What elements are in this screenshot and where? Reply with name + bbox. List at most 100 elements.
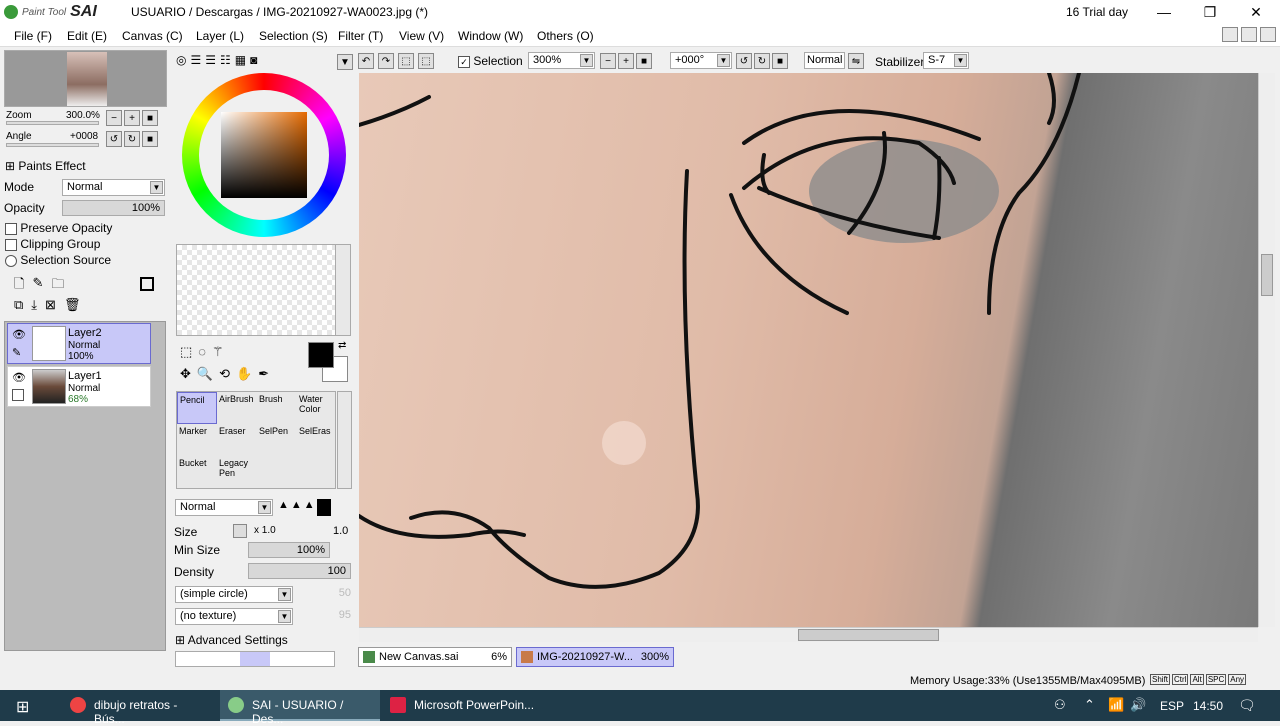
rotate-right-icon[interactable]: ↻ <box>754 53 770 69</box>
horizontal-scroll-thumb[interactable] <box>798 629 939 641</box>
people-icon[interactable]: ⚇ <box>1054 697 1066 713</box>
minimize-button[interactable]: — <box>1141 0 1187 24</box>
edge-medium-icon[interactable]: ▲ <box>291 499 302 516</box>
menu-window[interactable]: Window (W) <box>458 29 523 43</box>
swatch-area[interactable] <box>176 244 351 336</box>
taskbar-sai[interactable]: SAI - USUARIO / Des... <box>220 690 380 726</box>
merge-down-icon[interactable]: ⊠ <box>45 297 56 313</box>
eye-icon[interactable]: 👁 <box>12 328 26 341</box>
move-icon[interactable]: ✥ <box>180 366 191 382</box>
panel-menu-icon[interactable]: ▼ <box>337 54 353 70</box>
mdi-restore-icon[interactable] <box>1241 27 1257 42</box>
zoom-out-icon[interactable]: − <box>600 53 616 69</box>
new-vector-layer-icon[interactable]: ✎ <box>32 275 43 297</box>
tab-new-canvas[interactable]: New Canvas.sai 6% <box>358 647 512 667</box>
notification-icon[interactable]: 🗨 <box>1238 697 1256 714</box>
volume-icon[interactable]: 🔊 <box>1130 697 1146 713</box>
blend-mode-display[interactable]: Normal <box>804 52 846 69</box>
menu-edit[interactable]: Edit (E) <box>67 29 107 43</box>
mdi-close-icon[interactable] <box>1260 27 1276 42</box>
scratchpad-tab-icon[interactable]: ▦ <box>235 53 246 67</box>
primary-color[interactable] <box>308 342 334 368</box>
rotate-icon[interactable]: ⟲ <box>219 366 230 382</box>
zoom-in-icon[interactable]: + <box>618 53 634 69</box>
menu-others[interactable]: Others (O) <box>537 29 594 43</box>
texture-dropdown[interactable]: (no texture) ▼ <box>175 608 293 625</box>
rotate-right-icon[interactable]: ↻ <box>124 131 140 147</box>
brush-watercolor[interactable]: Water Color <box>297 392 337 424</box>
mixer-tab-icon[interactable]: ◙ <box>250 53 257 67</box>
brush-selpen[interactable]: SelPen <box>257 424 297 456</box>
swap-colors-icon[interactable]: ⇄ <box>338 340 346 351</box>
edge-soft-icon[interactable]: ▲ <box>278 499 289 516</box>
menu-canvas[interactable]: Canvas (C) <box>122 29 183 43</box>
language-indicator[interactable]: ESP <box>1160 699 1184 713</box>
shape-strength-value[interactable]: 50 <box>298 587 351 603</box>
flip-icon[interactable]: ⇋ <box>848 53 864 69</box>
brush-lock-icon[interactable]: ✎ <box>12 346 21 359</box>
rotate-reset-icon[interactable]: ■ <box>142 131 158 147</box>
rotate-left-icon[interactable]: ↺ <box>736 53 752 69</box>
brush-scrollbar[interactable] <box>337 391 352 489</box>
chevron-up-icon[interactable]: ⌃ <box>1084 697 1095 713</box>
zoom-out-icon[interactable]: − <box>106 110 122 126</box>
menu-layer[interactable]: Layer (L) <box>196 29 244 43</box>
mdi-minimize-icon[interactable] <box>1222 27 1238 42</box>
angle-dropdown[interactable]: +000° ▼ <box>670 52 732 69</box>
swatch-scrollbar[interactable] <box>335 245 350 335</box>
color-wheel-tab-icon[interactable]: ◎ <box>176 53 186 67</box>
delete-layer-icon[interactable]: 🗑 <box>64 297 81 313</box>
layer-mask-icon[interactable] <box>140 277 154 291</box>
wifi-icon[interactable]: 📶 <box>1108 697 1124 713</box>
lasso-icon[interactable]: ◌ <box>198 344 206 360</box>
close-button[interactable]: ✕ <box>1233 0 1279 24</box>
selection-checkbox[interactable]: ✓ Selection <box>458 54 523 68</box>
restore-button[interactable]: ❐ <box>1187 0 1233 24</box>
zoom-fit-icon[interactable]: ■ <box>636 53 652 69</box>
taskbar-chrome[interactable]: dibujo retratos - Bús... <box>62 690 216 726</box>
vertical-scroll-thumb[interactable] <box>1261 254 1273 296</box>
mdi-controls[interactable] <box>1222 27 1276 42</box>
rotate-reset-icon[interactable]: ■ <box>772 53 788 69</box>
paints-effect-header[interactable]: ⊞ Paints Effect <box>5 159 86 173</box>
invert-select-icon[interactable]: ⬚ <box>418 53 434 69</box>
edge-square-icon[interactable] <box>316 499 331 516</box>
zoom-icon[interactable]: 🔍 <box>197 366 213 382</box>
brush-shape-dropdown[interactable]: (simple circle) ▼ <box>175 586 293 603</box>
brush-pencil[interactable]: Pencil <box>177 392 217 424</box>
stabilizer-dropdown[interactable]: S-7 ▼ <box>923 52 969 69</box>
menu-file[interactable]: File (F) <box>14 29 52 43</box>
transfer-down-icon[interactable]: ⤓ <box>31 297 37 313</box>
magic-wand-icon[interactable]: ⚚ <box>212 344 224 360</box>
vertical-scrollbar[interactable] <box>1258 73 1275 627</box>
task-view-icon[interactable]: ⊞ <box>16 697 29 717</box>
drawing-canvas[interactable] <box>359 73 1258 627</box>
tab-img-canvas[interactable]: IMG-20210927-W... 300% <box>516 647 674 667</box>
zoom-dropdown[interactable]: 300% ▼ <box>528 52 595 69</box>
layer-item-layer2[interactable]: 👁 ✎ Layer2 Normal 100% <box>7 323 151 364</box>
lock-box-icon[interactable] <box>12 389 24 401</box>
rotate-left-icon[interactable]: ↺ <box>106 131 122 147</box>
rgb-slider-tab-icon[interactable]: ☰ <box>190 53 201 67</box>
advanced-settings-toggle[interactable]: ⊞ Advanced Settings <box>175 633 288 647</box>
deselect-icon[interactable]: ⬚ <box>398 53 414 69</box>
brush-marker[interactable]: Marker <box>177 424 217 456</box>
angle-value[interactable]: +0008 <box>70 131 98 142</box>
eyedropper-icon[interactable]: ✒ <box>258 366 269 382</box>
undo-icon[interactable]: ↶ <box>358 53 374 69</box>
new-layer-icon[interactable]: 🗋 <box>14 275 24 297</box>
angle-slider[interactable] <box>6 143 99 147</box>
size-value[interactable]: 1.0 <box>333 525 348 537</box>
navigator-preview[interactable] <box>4 50 167 107</box>
brush-eraser[interactable]: Eraser <box>217 424 257 456</box>
selection-source-radio[interactable]: Selection Source <box>5 253 111 267</box>
size-mult-dropdown[interactable] <box>233 524 247 538</box>
brush-airbrush[interactable]: AirBrush <box>217 392 257 424</box>
opacity-slider[interactable]: 100% <box>62 200 165 216</box>
clock[interactable]: 14:50 <box>1193 699 1223 713</box>
zoom-value[interactable]: 300.0% <box>66 110 100 121</box>
brush-size-preset-selected[interactable] <box>240 652 270 666</box>
redo-icon[interactable]: ↷ <box>378 53 394 69</box>
zoom-in-icon[interactable]: + <box>124 110 140 126</box>
zoom-reset-icon[interactable]: ■ <box>142 110 158 126</box>
